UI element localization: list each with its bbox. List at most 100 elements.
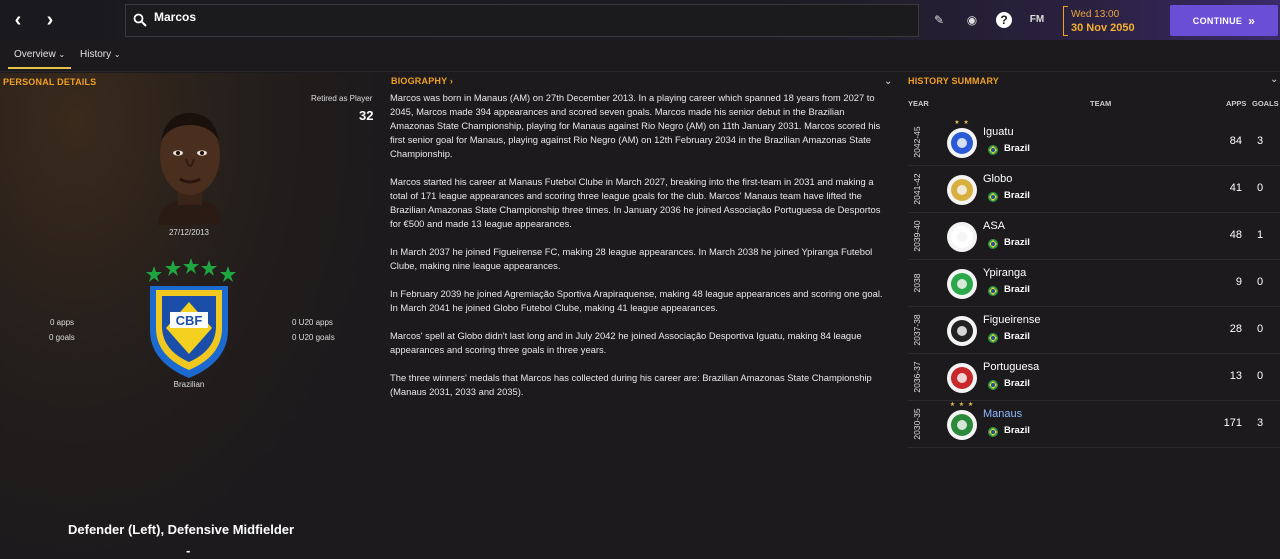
- bio-paragraph: In March 2037 he joined Figueirense FC, …: [390, 246, 873, 271]
- double-chevron-right-icon: »: [1248, 13, 1256, 28]
- position-dash: -: [186, 543, 191, 558]
- bio-paragraph: In February 2039 he joined Agremiação Sp…: [390, 288, 883, 313]
- date-bracket: [1063, 6, 1068, 36]
- club-badge-icon[interactable]: [946, 314, 978, 348]
- search-icon: [133, 13, 147, 27]
- history-country: Brazil: [1004, 378, 1030, 389]
- history-year: 2030-35: [912, 408, 922, 440]
- personal-details-title: PERSONAL DETAILS: [3, 77, 97, 87]
- chevron-right-icon: ›: [449, 76, 454, 86]
- history-summary-title: HISTORY SUMMARY: [908, 76, 1000, 86]
- history-team-link[interactable]: Figueirense: [983, 314, 1040, 326]
- history-year: 2036-37: [912, 361, 922, 393]
- brazil-flag-icon: [988, 427, 998, 437]
- history-country: Brazil: [1004, 425, 1030, 436]
- history-row[interactable]: 2030-35 ★ ★ ★ Manaus Brazil 171 3: [908, 402, 1280, 448]
- history-row[interactable]: 2039-40 ASA Brazil 48 1: [908, 214, 1280, 260]
- chevron-down-icon: ⌄: [113, 50, 121, 59]
- back-arrow-icon[interactable]: ‹: [6, 8, 30, 32]
- history-apps: 28: [1229, 323, 1242, 335]
- col-team: TEAM: [1090, 99, 1112, 108]
- retired-age: 32: [359, 108, 374, 123]
- brazil-flag-icon: [988, 192, 998, 202]
- club-badge-icon[interactable]: [946, 361, 978, 395]
- col-apps: APPS: [1226, 99, 1247, 108]
- brazil-flag-icon: [988, 286, 998, 296]
- history-goals: 3: [1256, 417, 1264, 429]
- retired-label: Retired as Player: [311, 94, 373, 103]
- history-year: 2037-38: [912, 314, 922, 346]
- search-value: Marcos: [154, 10, 197, 24]
- cbf-crest-text: CBF: [176, 313, 203, 328]
- history-goals: 3: [1256, 135, 1264, 147]
- personal-details-panel: PERSONAL DETAILS Retired as Player 32 27…: [0, 73, 380, 559]
- continue-label: CONTINUE: [1192, 15, 1243, 26]
- continue-button[interactable]: CONTINUE »: [1170, 5, 1278, 36]
- brazil-flag-icon: [988, 333, 998, 343]
- history-year: 2039-40: [912, 220, 922, 252]
- history-goals: 1: [1256, 229, 1264, 241]
- biography-title-label: BIOGRAPHY: [391, 76, 448, 86]
- history-row[interactable]: 2036-37 Portuguesa Brazil 13 0: [908, 355, 1280, 401]
- game-date[interactable]: Wed 13:00 30 Nov 2050: [1063, 6, 1163, 36]
- biography-title[interactable]: BIOGRAPHY ›: [391, 76, 453, 86]
- biography-panel: BIOGRAPHY › ⌄ Marcos was born in Manaus …: [380, 73, 900, 559]
- history-goals: 0: [1256, 370, 1264, 382]
- biography-text: Marcos was born in Manaus (AM) on 27th D…: [390, 91, 890, 413]
- brazil-flag-icon: [988, 239, 998, 249]
- collapse-chevron-icon[interactable]: ⌄: [884, 76, 892, 87]
- bio-paragraph: The three winners' medals that Marcos ha…: [390, 372, 872, 397]
- history-row[interactable]: 2037-38 Figueirense Brazil 28 0: [908, 308, 1280, 354]
- tab-overview-label: Overview: [14, 49, 56, 60]
- col-year: YEAR: [908, 99, 929, 108]
- history-row[interactable]: 2038 Ypiranga Brazil 9 0: [908, 261, 1280, 307]
- club-badge-icon[interactable]: [946, 267, 978, 301]
- history-row[interactable]: 2042-45 ★ ★ Iguatu Brazil 84 3: [908, 120, 1280, 166]
- history-year: 2038: [912, 273, 922, 293]
- tab-overview[interactable]: Overview ⌄: [7, 49, 72, 69]
- history-year: 2042-45: [912, 126, 922, 158]
- trophy-stars-icon: ★ ★ ★: [949, 402, 975, 408]
- history-row[interactable]: 2041-42 Globo Brazil 41 0: [908, 167, 1280, 213]
- col-goals: GOALS: [1252, 99, 1279, 108]
- date-of-birth: 27/12/2013: [168, 228, 210, 237]
- club-badge-icon[interactable]: [946, 173, 978, 207]
- edit-pencil-icon[interactable]: ✎: [931, 12, 947, 28]
- history-team-link[interactable]: Manaus: [983, 408, 1022, 420]
- history-goals: 0: [1256, 323, 1264, 335]
- history-team-link[interactable]: Globo: [983, 173, 1012, 185]
- forward-arrow-icon[interactable]: ›: [38, 8, 62, 32]
- bio-paragraph: Marcos started his career at Manaus Fute…: [390, 176, 881, 229]
- help-icon[interactable]: ?: [996, 12, 1012, 28]
- bio-paragraph: Marcos was born in Manaus (AM) on 27th D…: [390, 92, 881, 159]
- history-summary-panel: HISTORY SUMMARY ⌄ YEAR TEAM APPS GOALS 2…: [900, 73, 1280, 559]
- history-apps: 84: [1229, 135, 1242, 147]
- tab-history[interactable]: History ⌄: [80, 49, 121, 60]
- history-country: Brazil: [1004, 190, 1030, 201]
- history-goals: 0: [1256, 276, 1264, 288]
- history-team-link[interactable]: Portuguesa: [983, 361, 1039, 373]
- history-team-link[interactable]: Ypiranga: [983, 267, 1026, 279]
- collapse-chevron-icon[interactable]: ⌄: [1270, 74, 1278, 85]
- search-input[interactable]: Marcos: [125, 4, 919, 37]
- club-badge-icon[interactable]: [946, 408, 978, 442]
- u20-apps: 0 U20 apps: [292, 318, 333, 327]
- fm-menu-button[interactable]: FM: [1026, 12, 1048, 28]
- history-goals: 0: [1256, 182, 1264, 194]
- history-apps: 48: [1229, 229, 1242, 241]
- club-badge-icon[interactable]: [946, 126, 978, 160]
- scout-icon[interactable]: ◉: [964, 12, 980, 28]
- history-team-link[interactable]: Iguatu: [983, 126, 1014, 138]
- history-apps: 41: [1229, 182, 1242, 194]
- history-country: Brazil: [1004, 237, 1030, 248]
- history-country: Brazil: [1004, 331, 1030, 342]
- brazil-flag-icon: [988, 380, 998, 390]
- history-apps: 9: [1235, 276, 1242, 288]
- senior-goals: 0 goals: [49, 333, 75, 342]
- history-team-link[interactable]: ASA: [983, 220, 1005, 232]
- cbf-crest-icon[interactable]: CBF: [140, 258, 238, 380]
- u20-goals: 0 U20 goals: [292, 333, 335, 342]
- player-position: Defender (Left), Defensive Midfielder: [68, 522, 295, 537]
- game-date-text: 30 Nov 2050: [1071, 22, 1135, 34]
- club-badge-icon[interactable]: [946, 220, 978, 254]
